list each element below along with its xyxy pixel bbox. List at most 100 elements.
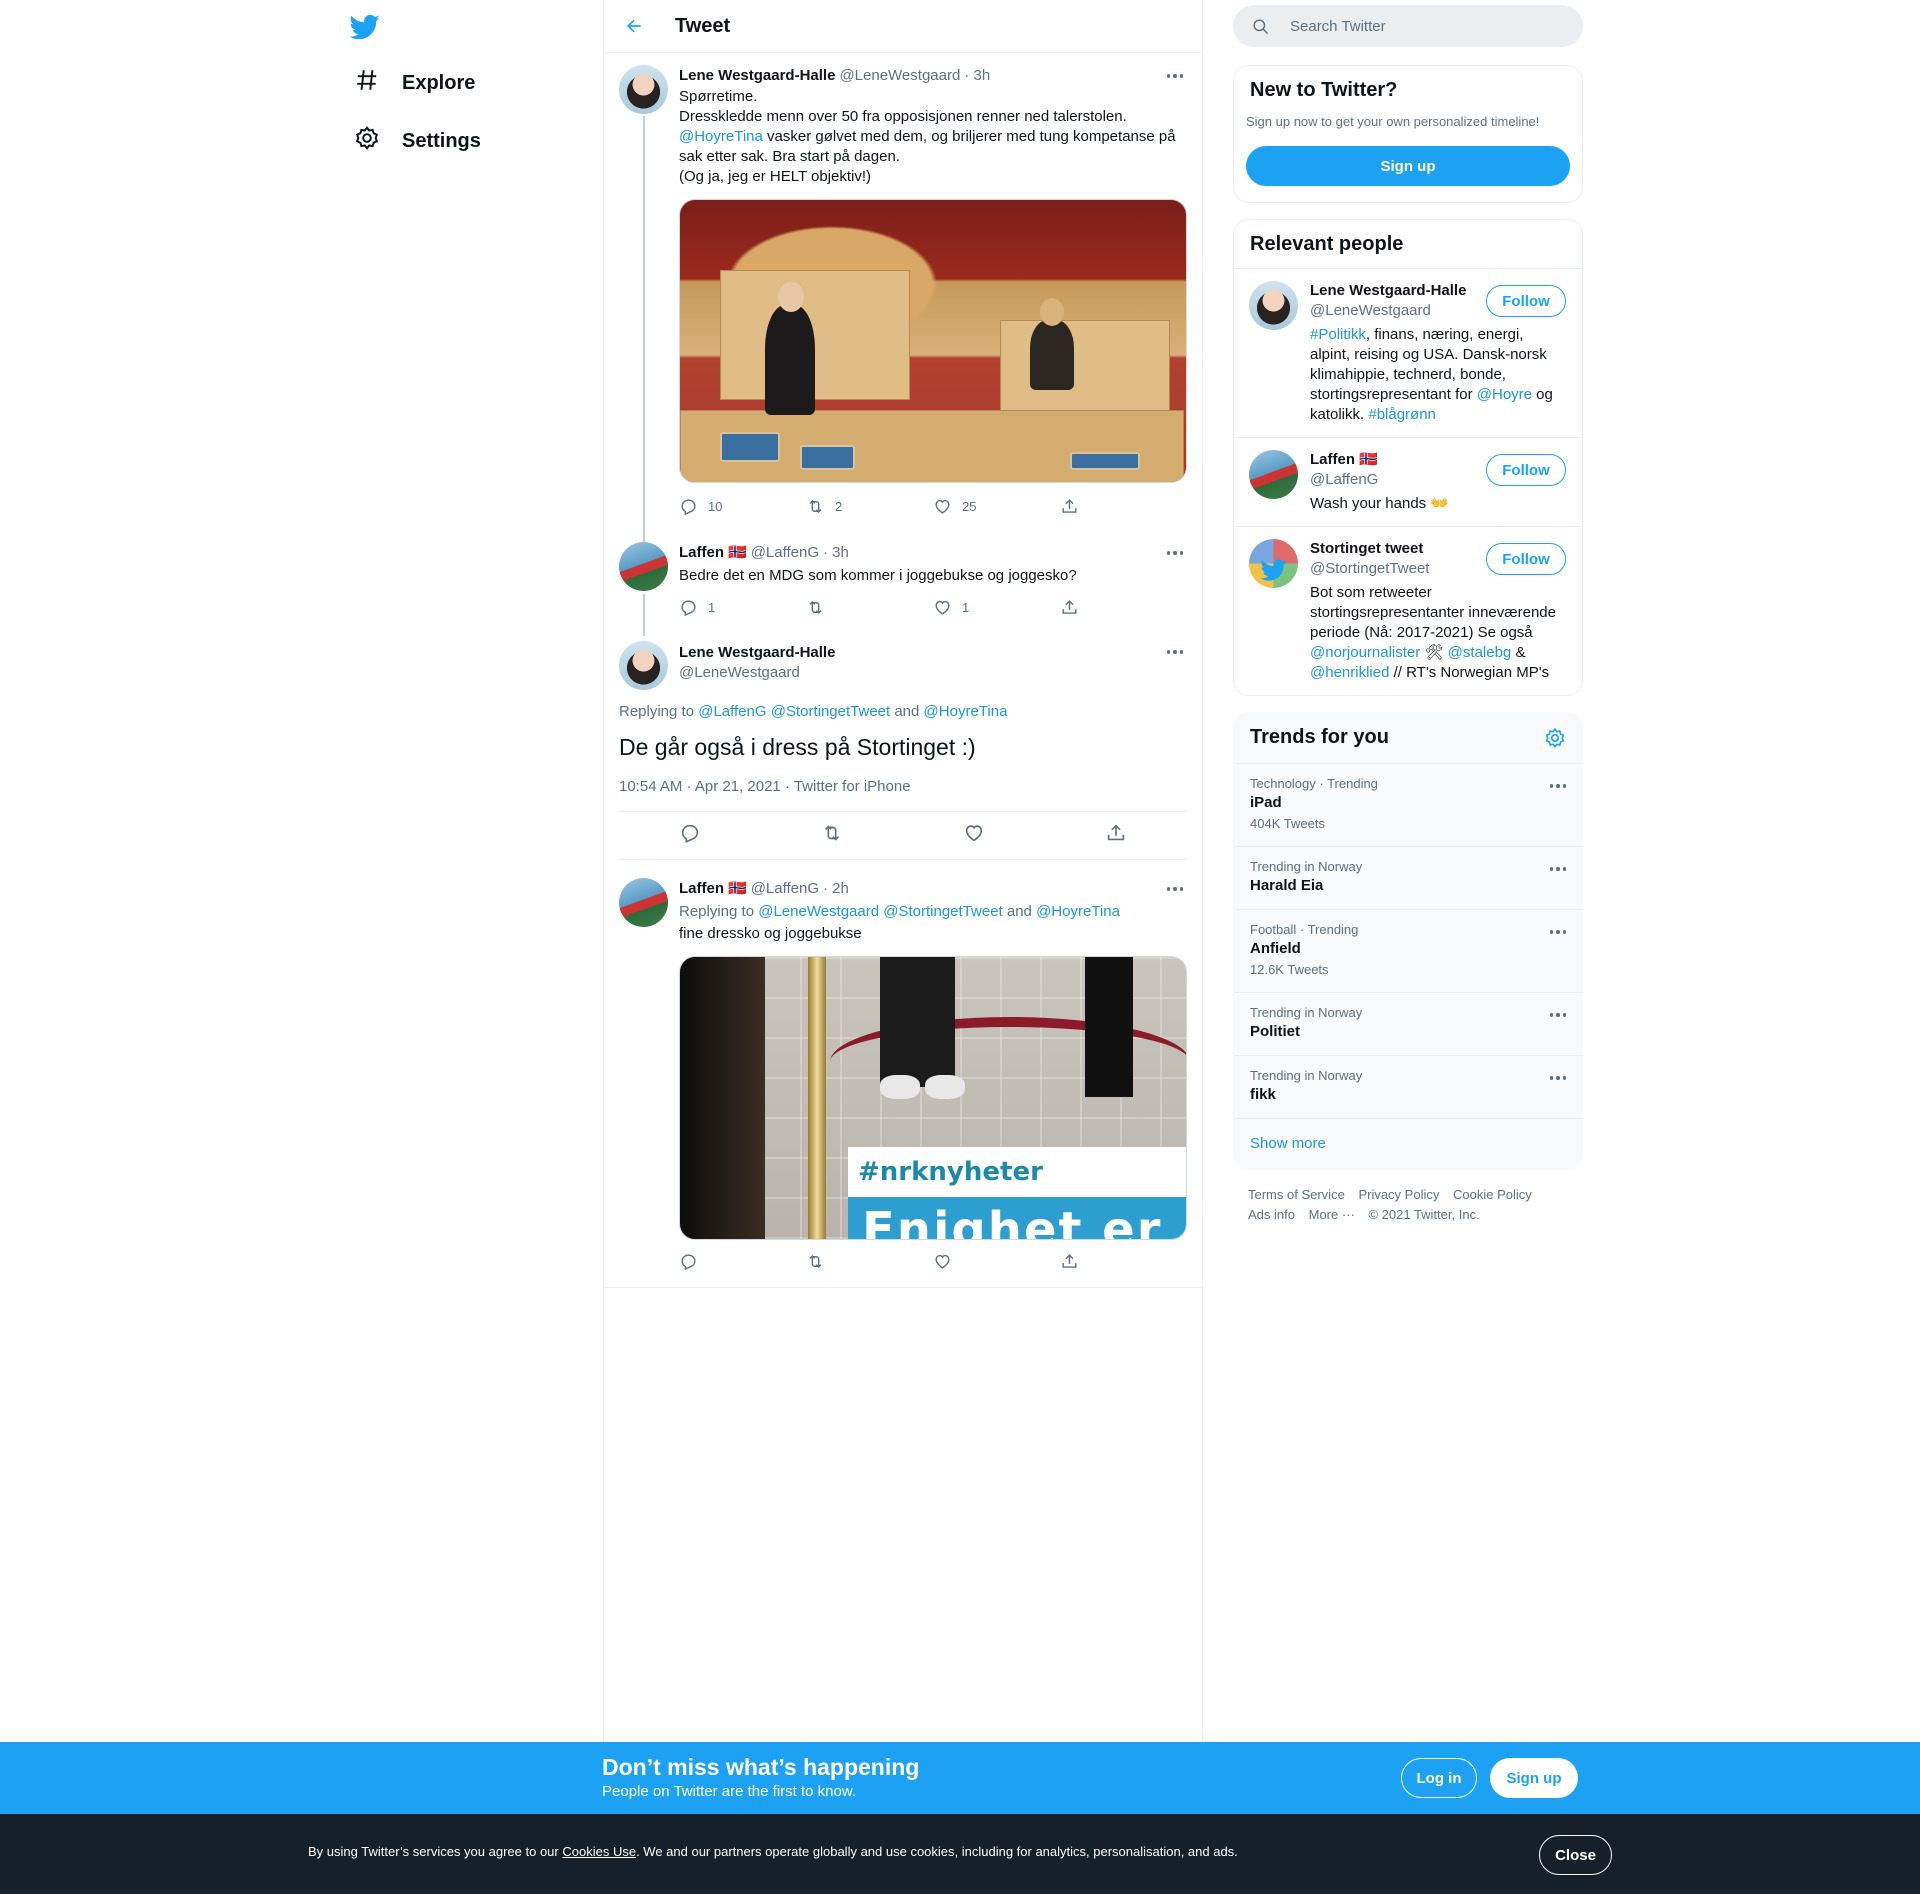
retweet-button[interactable]: 2 bbox=[806, 497, 933, 516]
cookies-use-link[interactable]: Cookies Use bbox=[562, 1844, 636, 1859]
sign-text: Enighet er bbox=[862, 1202, 1163, 1240]
person-item[interactable]: Laffen 🇳🇴 @LaffenG Wash your hands 👐 Fol… bbox=[1234, 437, 1582, 526]
more-icon[interactable] bbox=[1163, 642, 1187, 662]
trend-item[interactable]: Trending in Norway Harald Eia bbox=[1234, 846, 1584, 909]
avatar[interactable] bbox=[1249, 281, 1298, 330]
mention-link[interactable]: @Hoyre bbox=[1477, 386, 1532, 403]
speaker-head bbox=[778, 282, 804, 312]
mention-link[interactable]: @StortingetTweet bbox=[771, 703, 890, 720]
more-icon[interactable] bbox=[1163, 879, 1187, 899]
footer-terms-link[interactable]: Terms of Service bbox=[1248, 1187, 1345, 1202]
signup-button[interactable]: Sign up bbox=[1246, 146, 1570, 186]
tweet-author-name[interactable]: Laffen bbox=[679, 544, 724, 561]
more-icon[interactable] bbox=[1163, 543, 1187, 563]
nav-settings[interactable]: Settings bbox=[344, 116, 491, 166]
more-icon[interactable] bbox=[1546, 922, 1570, 942]
tweet-author-name[interactable]: Lene Westgaard-Halle bbox=[679, 643, 1187, 663]
like-button[interactable]: 1 bbox=[933, 598, 1060, 617]
mention-link[interactable]: @stalebg bbox=[1448, 644, 1512, 661]
person-item[interactable]: Lene Westgaard-Halle @LeneWestgaard #Pol… bbox=[1234, 268, 1582, 437]
footer-ads-link[interactable]: Ads info bbox=[1248, 1207, 1295, 1222]
tweet-meta[interactable]: 10:54 AM · Apr 21, 2021 · Twitter for iP… bbox=[619, 778, 1187, 812]
avatar[interactable] bbox=[1249, 539, 1298, 588]
person-handle[interactable]: @LaffenG bbox=[1310, 470, 1449, 490]
tweet-photo[interactable] bbox=[679, 199, 1187, 483]
avatar[interactable] bbox=[1249, 450, 1298, 499]
footer-cookie-link[interactable]: Cookie Policy bbox=[1453, 1187, 1532, 1202]
tweet-author-name[interactable]: Laffen bbox=[679, 880, 724, 897]
hashtag-link[interactable]: #Politikk bbox=[1310, 326, 1366, 343]
share-button[interactable] bbox=[1105, 822, 1127, 849]
follow-button[interactable]: Follow bbox=[1486, 454, 1566, 486]
mention-link[interactable]: @HoyreTina bbox=[679, 128, 763, 145]
hashtag-link[interactable]: #blågrønn bbox=[1368, 406, 1436, 423]
more-icon[interactable] bbox=[1163, 66, 1187, 86]
follow-button[interactable]: Follow bbox=[1486, 285, 1566, 317]
retweet-button[interactable] bbox=[806, 598, 933, 617]
tweet-time[interactable]: · 2h bbox=[823, 880, 849, 897]
show-more-link[interactable]: Show more bbox=[1250, 1135, 1326, 1152]
person-handle[interactable]: @LeneWestgaard bbox=[1310, 301, 1500, 321]
reply-button[interactable] bbox=[679, 1252, 806, 1271]
retweet-button[interactable] bbox=[821, 822, 843, 849]
like-button[interactable]: 25 bbox=[933, 497, 1060, 516]
retweet-button[interactable] bbox=[806, 1252, 933, 1271]
more-icon[interactable] bbox=[1546, 1005, 1570, 1025]
signup-button[interactable]: Sign up bbox=[1490, 1758, 1578, 1798]
more-icon[interactable] bbox=[1546, 859, 1570, 879]
person-name[interactable]: Lene Westgaard-Halle bbox=[1310, 281, 1500, 301]
person-name[interactable]: Laffen bbox=[1310, 451, 1355, 468]
close-button[interactable]: Close bbox=[1539, 1835, 1612, 1875]
reply-button[interactable] bbox=[679, 822, 701, 849]
footer-privacy-link[interactable]: Privacy Policy bbox=[1358, 1187, 1439, 1202]
mention-link[interactable]: @henriklied bbox=[1310, 664, 1389, 681]
trend-item[interactable]: Trending in Norway Politiet bbox=[1234, 992, 1584, 1055]
avatar[interactable] bbox=[619, 641, 668, 690]
mention-link[interactable]: @HoyreTina bbox=[924, 703, 1008, 720]
tweet-time[interactable]: · 3h bbox=[823, 544, 849, 561]
heart-icon bbox=[965, 825, 983, 842]
tweet-time[interactable]: · 3h bbox=[964, 67, 990, 84]
more-icon[interactable] bbox=[1546, 1068, 1570, 1088]
tweet-author-name[interactable]: Lene Westgaard-Halle bbox=[679, 67, 835, 84]
avatar[interactable] bbox=[619, 65, 668, 114]
trends-settings-button[interactable] bbox=[1544, 727, 1566, 749]
show-more-row[interactable]: Show more bbox=[1234, 1118, 1584, 1170]
nav-explore[interactable]: Explore bbox=[344, 58, 485, 108]
tweet-author-handle[interactable]: @LaffenG bbox=[751, 880, 819, 897]
tweet-author-handle[interactable]: @LeneWestgaard bbox=[839, 67, 960, 84]
trend-item[interactable]: Trending in Norway fikk bbox=[1234, 1055, 1584, 1118]
avatar[interactable] bbox=[619, 878, 668, 927]
tweet-photo[interactable]: #nrknyheter Enighet er bbox=[679, 956, 1187, 1240]
search-input[interactable]: Search Twitter bbox=[1233, 5, 1583, 47]
login-button[interactable]: Log in bbox=[1401, 1758, 1477, 1798]
share-button[interactable] bbox=[1060, 497, 1187, 516]
like-button[interactable] bbox=[963, 822, 985, 849]
person-item[interactable]: Stortinget tweet @StortingetTweet Bot so… bbox=[1234, 526, 1582, 696]
tweet-author-handle[interactable]: @LeneWestgaard bbox=[679, 663, 1187, 683]
share-button[interactable] bbox=[1060, 1252, 1187, 1271]
mention-link[interactable]: @LeneWestgaard bbox=[758, 903, 879, 920]
follow-button[interactable]: Follow bbox=[1486, 543, 1566, 575]
reply-button[interactable]: 10 bbox=[679, 497, 806, 516]
tweet[interactable]: Lene Westgaard-Halle @LeneWestgaard · 3h… bbox=[604, 65, 1202, 521]
mention-link[interactable]: @StortingetTweet bbox=[883, 903, 1002, 920]
tweet-author-handle[interactable]: @LaffenG bbox=[751, 544, 819, 561]
retweet-icon bbox=[809, 600, 822, 614]
reply-button[interactable]: 1 bbox=[679, 598, 806, 617]
tweet-text: Bedre det en MDG som kommer i joggebukse… bbox=[679, 567, 1077, 584]
trend-item[interactable]: Football · Trending Anfield 12.6K Tweets bbox=[1234, 909, 1584, 992]
mention-link[interactable]: @HoyreTina bbox=[1036, 903, 1120, 920]
mention-link[interactable]: @norjournalister bbox=[1310, 644, 1420, 661]
footer-more-link[interactable]: More ··· bbox=[1309, 1207, 1355, 1222]
avatar[interactable] bbox=[619, 542, 668, 591]
more-icon[interactable] bbox=[1546, 776, 1570, 796]
trend-item[interactable]: Technology · Trending iPad 404K Tweets bbox=[1234, 763, 1584, 846]
mention-link[interactable]: @LaffenG bbox=[698, 703, 766, 720]
tweet[interactable]: Laffen 🇳🇴 @LaffenG · 3h Bedre det en MDG… bbox=[604, 542, 1202, 622]
share-button[interactable] bbox=[1060, 598, 1187, 617]
like-button[interactable] bbox=[933, 1252, 1060, 1271]
tweet[interactable]: Laffen 🇳🇴 @LaffenG · 2h Replying to @Len… bbox=[604, 878, 1202, 1288]
back-button[interactable] bbox=[619, 11, 649, 41]
twitter-logo-icon[interactable] bbox=[349, 12, 380, 42]
